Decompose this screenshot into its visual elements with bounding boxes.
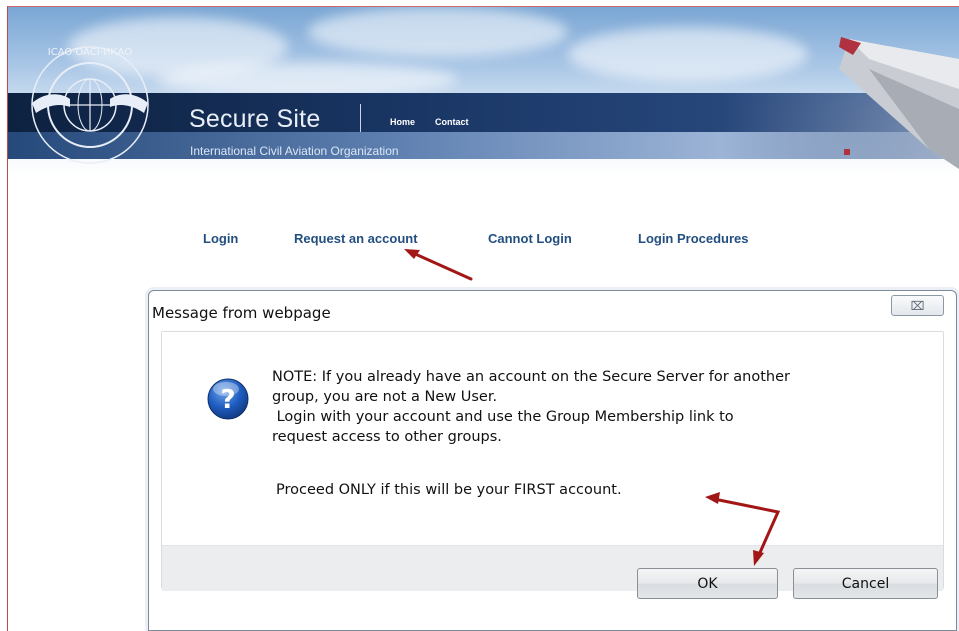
message-line: request access to other groups. xyxy=(272,429,502,445)
ok-button[interactable]: OK xyxy=(637,568,778,599)
login-link[interactable]: Login xyxy=(203,231,238,246)
close-button[interactable]: ⌧ xyxy=(891,295,944,316)
nav-home-link[interactable]: Home xyxy=(390,117,415,127)
cloud xyxy=(158,62,458,97)
account-links: Login Request an account Cannot Login Lo… xyxy=(0,231,959,251)
cannot-login-link[interactable]: Cannot Login xyxy=(488,231,572,246)
cloud xyxy=(308,7,568,57)
message-line: NOTE: If you already have an account on … xyxy=(272,369,790,385)
close-icon: ⌧ xyxy=(910,298,925,313)
airplane-wing-image xyxy=(839,37,959,169)
title-separator xyxy=(360,104,361,132)
login-procedures-link[interactable]: Login Procedures xyxy=(638,231,749,246)
svg-text:ICAO·OACI·ИКАО: ICAO·OACI·ИКАО xyxy=(48,47,133,58)
request-account-link[interactable]: Request an account xyxy=(294,231,418,246)
nav-contact-link[interactable]: Contact xyxy=(435,117,469,127)
message-line: group, you are not a New User. xyxy=(272,389,498,405)
proceed-warning: Proceed ONLY if this will be your FIRST … xyxy=(276,482,622,498)
dialog-titlebar: Message from webpage ⌧ xyxy=(149,291,956,325)
site-title: Secure Site xyxy=(189,105,321,133)
dialog-content: ? NOTE: If you already have an account o… xyxy=(162,332,943,545)
dialog-title: Message from webpage xyxy=(152,304,331,322)
organization-name: International Civil Aviation Organizatio… xyxy=(190,144,399,158)
message-dialog: Message from webpage ⌧ ? NOTE: If you al… xyxy=(148,290,957,631)
dialog-message: NOTE: If you already have an account on … xyxy=(272,367,922,447)
question-icon: ? xyxy=(207,378,249,420)
message-line: Login with your account and use the Grou… xyxy=(272,409,734,425)
cancel-button[interactable]: Cancel xyxy=(793,568,938,599)
dialog-body: ? NOTE: If you already have an account o… xyxy=(161,331,944,591)
site-banner: ICAO·OACI·ИКАО Secure Site Home Contact … xyxy=(8,7,959,175)
icao-logo: ICAO·OACI·ИКАО xyxy=(31,46,149,164)
cloud xyxy=(568,27,808,82)
svg-text:?: ? xyxy=(220,385,235,415)
